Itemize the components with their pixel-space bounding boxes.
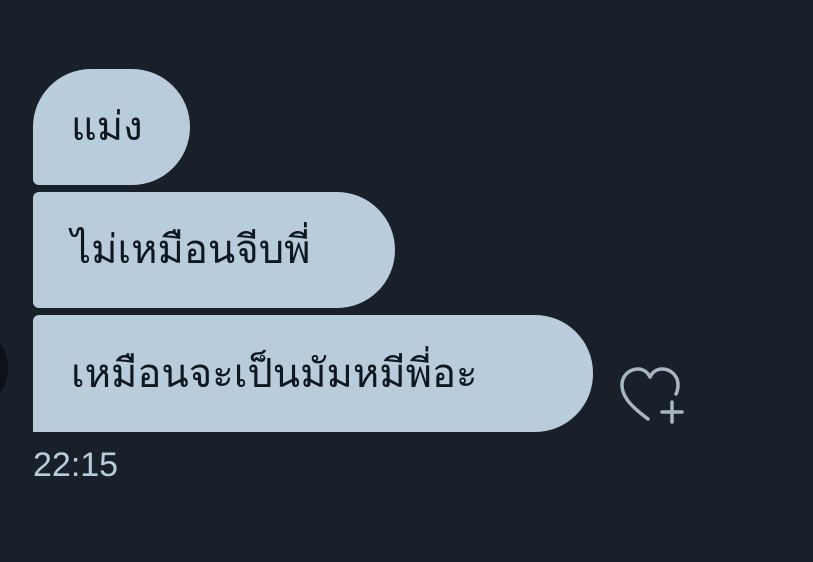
heart-plus-icon-graphic: [620, 367, 684, 424]
message-bubble[interactable]: เหมือนจะเป็นมัมหมีพี่อะ: [33, 315, 593, 432]
message-bubble[interactable]: แม่ง: [33, 69, 190, 185]
message-timestamp: 22:15: [33, 446, 119, 484]
message-bubble[interactable]: ไม่เหมือนจีบพี่: [33, 192, 395, 308]
avatar[interactable]: [0, 338, 8, 398]
heart-plus-icon[interactable]: [618, 366, 688, 428]
message-text: เหมือนจะเป็นมัมหมีพี่อะ: [71, 350, 478, 397]
message-text: แม่ง: [71, 104, 143, 150]
chat-thread: แม่ง ไม่เหมือนจีบพี่ เหมือนจะเป็นมัมหมีพ…: [0, 0, 813, 562]
message-text: ไม่เหมือนจีบพี่: [71, 227, 311, 273]
